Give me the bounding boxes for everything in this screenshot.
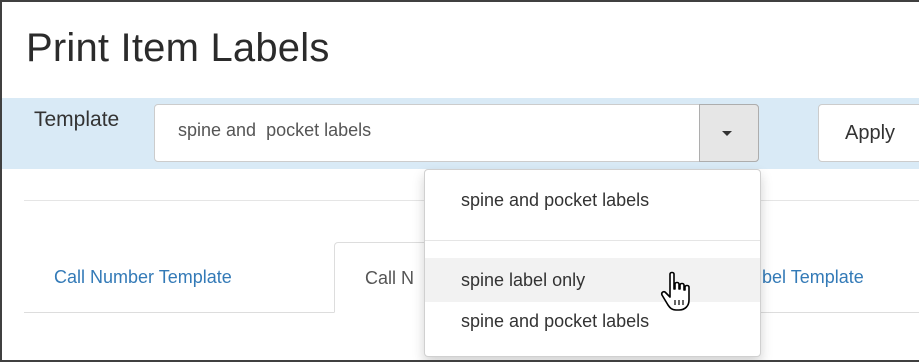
page-title: Print Item Labels [26, 26, 330, 70]
template-select-value[interactable]: spine and pocket labels [178, 120, 371, 141]
tab-label-template[interactable]: bel Template [762, 242, 919, 313]
template-label: Template [34, 108, 120, 131]
dropdown-divider [425, 240, 760, 241]
dropdown-option-spine-and-pocket-labels-2[interactable]: spine and pocket labels [425, 302, 760, 340]
dropdown-option-spine-and-pocket-labels[interactable]: spine and pocket labels [425, 178, 760, 222]
template-select-toggle[interactable] [699, 104, 759, 162]
dropdown-option-spine-label-only[interactable]: spine label only [425, 258, 760, 302]
print-item-labels-panel: Print Item Labels Template spine and poc… [0, 0, 919, 362]
caret-down-icon [722, 131, 732, 136]
apply-button[interactable]: Apply [818, 104, 919, 162]
template-dropdown-menu: spine and pocket labels spine label only… [424, 169, 761, 357]
tab-call-number-template[interactable]: Call Number Template [24, 242, 262, 313]
